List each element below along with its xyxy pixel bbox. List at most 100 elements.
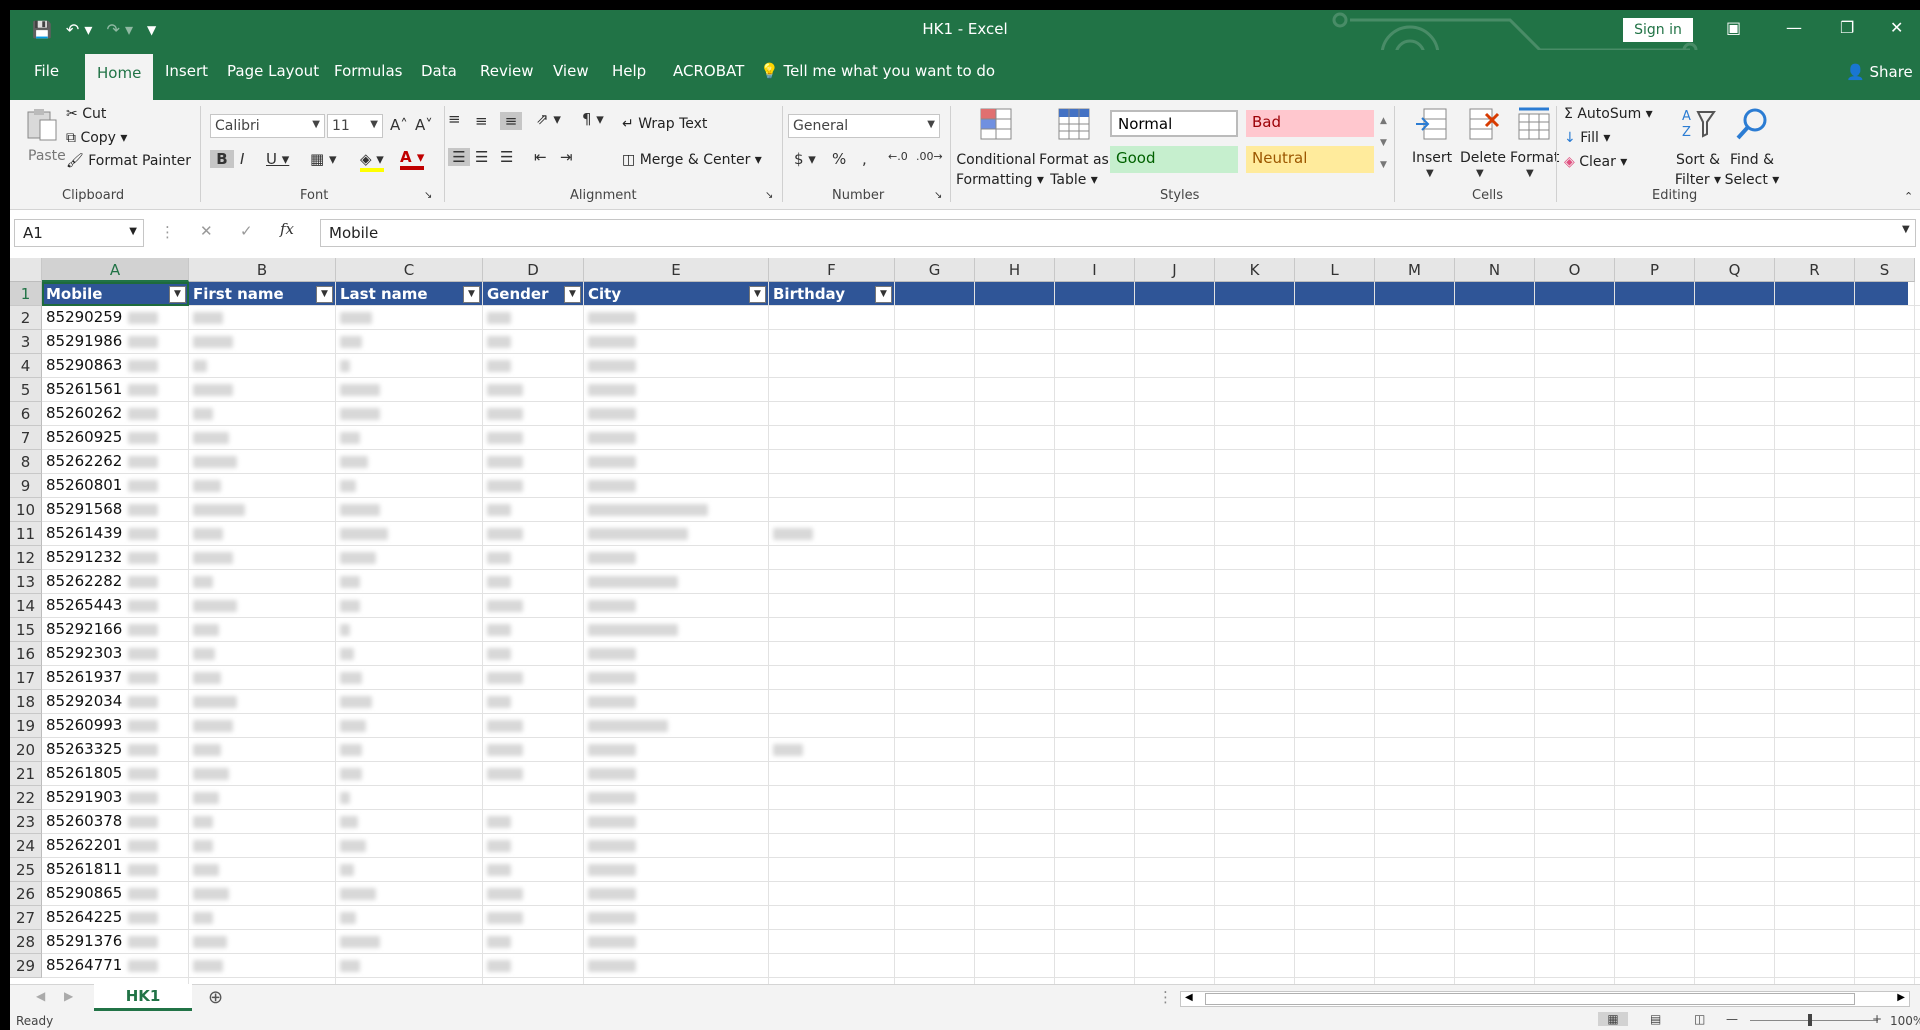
row-header-28[interactable]: 28: [10, 930, 42, 954]
format-button[interactable]: Format: [1510, 150, 1559, 166]
autosum-button[interactable]: Σ AutoSum ▾: [1564, 106, 1653, 122]
tab-page-layout[interactable]: Page Layout: [227, 62, 319, 80]
tab-insert[interactable]: Insert: [165, 62, 208, 80]
tab-acrobat[interactable]: ACROBAT: [673, 62, 744, 80]
filter-dropdown-icon[interactable]: ▼: [463, 286, 480, 303]
sign-in-button[interactable]: Sign in: [1623, 18, 1693, 42]
bottom-align-icon[interactable]: ≡: [500, 112, 522, 130]
collapse-ribbon-icon[interactable]: ⌃: [1904, 190, 1913, 203]
tab-view[interactable]: View: [553, 62, 589, 80]
zoom-slider-thumb[interactable]: [1808, 1014, 1812, 1026]
horizontal-scrollbar[interactable]: ◀ ▶: [1180, 991, 1910, 1007]
bold-icon[interactable]: B: [210, 150, 234, 168]
format-cells-icon[interactable]: [1516, 106, 1552, 142]
row-header-24[interactable]: 24: [10, 834, 42, 858]
maximize-icon[interactable]: ❐: [1840, 18, 1854, 37]
style-good[interactable]: Good: [1110, 146, 1238, 173]
filter-dropdown-icon[interactable]: ▼: [316, 286, 333, 303]
tab-home[interactable]: Home: [85, 54, 154, 100]
sheet-tab-hk1[interactable]: HK1: [94, 984, 192, 1011]
column-header-l[interactable]: L: [1295, 258, 1375, 282]
comma-style-icon[interactable]: ,: [862, 150, 867, 168]
style-bad[interactable]: Bad: [1246, 110, 1374, 137]
share-button[interactable]: 👤 Share: [1846, 63, 1913, 81]
page-break-view-icon[interactable]: ◫: [1694, 1012, 1705, 1026]
row-header-4[interactable]: 4: [10, 354, 42, 378]
column-header-m[interactable]: M: [1375, 258, 1455, 282]
row-header-19[interactable]: 19: [10, 714, 42, 738]
number-format-dropdown[interactable]: General ▼: [788, 114, 940, 138]
paragraph-direction-icon[interactable]: ¶ ▾: [582, 110, 604, 128]
column-header-e[interactable]: E: [584, 258, 769, 282]
row-header-26[interactable]: 26: [10, 882, 42, 906]
scroll-left-icon[interactable]: ◀: [36, 989, 45, 1003]
find-select-button[interactable]: Find & Select ▾: [1724, 150, 1780, 190]
row-header-20[interactable]: 20: [10, 738, 42, 762]
increase-decimal-icon[interactable]: ←.0: [888, 150, 908, 163]
row-header-27[interactable]: 27: [10, 906, 42, 930]
row-header-10[interactable]: 10: [10, 498, 42, 522]
formula-input[interactable]: Mobile: [320, 219, 1916, 247]
row-header-6[interactable]: 6: [10, 402, 42, 426]
tab-file[interactable]: File: [34, 62, 59, 80]
row-header-2[interactable]: 2: [10, 306, 42, 330]
merge-center-button[interactable]: ◫ Merge & Center ▾: [622, 152, 762, 168]
tab-help[interactable]: Help: [612, 62, 646, 80]
scroll-right-arrow-icon[interactable]: ▶: [1897, 992, 1905, 1003]
column-header-f[interactable]: F: [769, 258, 895, 282]
chevron-down-icon[interactable]: ▼: [1526, 168, 1534, 179]
align-center-icon[interactable]: ☰: [475, 148, 488, 166]
row-header-13[interactable]: 13: [10, 570, 42, 594]
active-cell-a1[interactable]: [42, 282, 189, 306]
row-header-18[interactable]: 18: [10, 690, 42, 714]
column-header-h[interactable]: H: [975, 258, 1055, 282]
column-header-n[interactable]: N: [1455, 258, 1535, 282]
column-header-s[interactable]: S: [1855, 258, 1915, 282]
top-align-icon[interactable]: ≡: [448, 110, 461, 128]
row-header-8[interactable]: 8: [10, 450, 42, 474]
tab-review[interactable]: Review: [480, 62, 534, 80]
increase-font-size-icon[interactable]: A˄: [390, 116, 408, 134]
filter-dropdown-icon[interactable]: ▼: [749, 286, 766, 303]
zoom-out-icon[interactable]: —: [1726, 1012, 1738, 1026]
tab-data[interactable]: Data: [421, 62, 457, 80]
worksheet-grid[interactable]: A B C D E F G H I J K L M N O P Q R S 1 2 3 4 5 6 7 8 9 10 11 12 13 14 15…: [10, 258, 1920, 984]
chevron-down-icon[interactable]: ▼: [1476, 168, 1484, 179]
filter-dropdown-icon[interactable]: ▼: [875, 286, 892, 303]
format-as-table-icon[interactable]: [1056, 106, 1092, 142]
expand-formula-bar-icon[interactable]: ▼: [1902, 224, 1910, 235]
style-normal[interactable]: Normal: [1110, 110, 1238, 137]
increase-indent-icon[interactable]: ⇥: [560, 148, 573, 166]
add-sheet-icon[interactable]: ⊕: [208, 987, 223, 1008]
styles-scroll-icon[interactable]: ▲ ▼ ▼: [1380, 110, 1387, 176]
row-header-17[interactable]: 17: [10, 666, 42, 690]
fill-button[interactable]: ↓ Fill ▾: [1564, 130, 1610, 146]
font-size-dropdown[interactable]: 11 ▼: [327, 114, 383, 138]
minimize-icon[interactable]: —: [1786, 18, 1802, 37]
delete-cells-icon[interactable]: [1466, 106, 1502, 142]
wrap-text-button[interactable]: ↵ Wrap Text: [622, 116, 707, 132]
delete-button[interactable]: Delete: [1460, 150, 1506, 166]
clear-button[interactable]: ◈ Clear ▾: [1564, 154, 1627, 170]
row-header-9[interactable]: 9: [10, 474, 42, 498]
column-header-g[interactable]: G: [895, 258, 975, 282]
insert-button[interactable]: Insert: [1412, 150, 1452, 166]
borders-icon[interactable]: ▦ ▾: [310, 150, 336, 168]
scroll-right-icon[interactable]: ▶: [64, 989, 73, 1003]
column-header-c[interactable]: C: [336, 258, 483, 282]
row-header-16[interactable]: 16: [10, 642, 42, 666]
dialog-launcher-icon[interactable]: ↘: [765, 190, 773, 201]
conditional-formatting-icon[interactable]: [978, 106, 1014, 142]
underline-icon[interactable]: U ▾: [266, 150, 289, 168]
page-layout-view-icon[interactable]: ▤: [1650, 1012, 1661, 1026]
tab-formulas[interactable]: Formulas: [334, 62, 402, 80]
row-header-25[interactable]: 25: [10, 858, 42, 882]
row-header-1[interactable]: 1: [10, 282, 42, 306]
column-header-o[interactable]: O: [1535, 258, 1615, 282]
row-header-12[interactable]: 12: [10, 546, 42, 570]
row-header-3[interactable]: 3: [10, 330, 42, 354]
sort-filter-icon[interactable]: AZ: [1680, 106, 1716, 142]
column-header-k[interactable]: K: [1215, 258, 1295, 282]
normal-view-icon[interactable]: ▦: [1598, 1012, 1628, 1026]
row-header-14[interactable]: 14: [10, 594, 42, 618]
